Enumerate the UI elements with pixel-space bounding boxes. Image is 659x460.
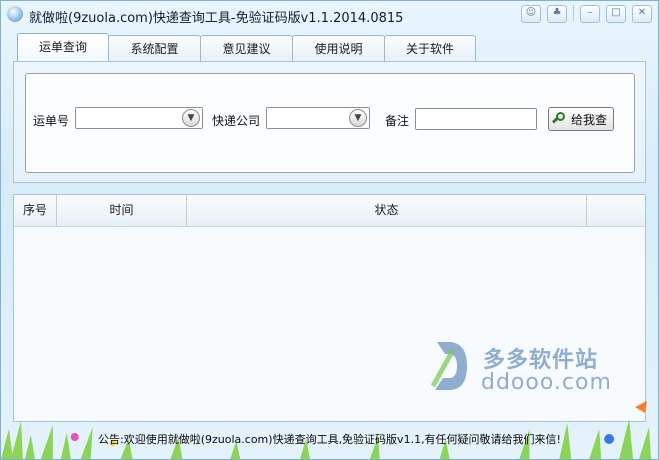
tab-feedback[interactable]: 意见建议 [200, 35, 293, 62]
app-window: 就做啦(9zuola.com)快递查询工具-免验证码版v1.1.2014.081… [0, 0, 659, 460]
ddooo-logo-icon [431, 342, 467, 390]
minimize-icon[interactable]: – [580, 5, 600, 23]
tab-tracking-query[interactable]: 运单查询 [17, 33, 109, 62]
app-icon [7, 6, 23, 22]
close-icon[interactable]: ✕ [632, 5, 652, 23]
query-form: 运单号 ▼ 快递公司 ▼ 备注 给我查 [25, 73, 635, 173]
chevron-down-icon[interactable]: ▼ [182, 109, 200, 127]
query-button-label: 给我查 [571, 112, 608, 127]
column-header-status[interactable]: 状态 [187, 195, 587, 226]
window-controls: ☺ ♣ – □ ✕ [521, 5, 652, 23]
controls-divider [573, 5, 574, 21]
watermark: 多多软件站 ddooo.com [431, 336, 611, 398]
title-bar[interactable]: 就做啦(9zuola.com)快递查询工具-免验证码版v1.1.2014.081… [1, 1, 658, 27]
tab-system-config[interactable]: 系统配置 [108, 35, 201, 62]
query-panel: 运单号 ▼ 快递公司 ▼ 备注 给我查 [13, 61, 646, 183]
chevron-down-icon[interactable]: ▼ [349, 109, 367, 127]
note-label: 备注 [385, 114, 410, 128]
courier-company-label: 快递公司 [212, 114, 261, 128]
chat-icon[interactable]: ☺ [521, 5, 541, 23]
search-icon [551, 112, 567, 126]
tab-about[interactable]: 关于软件 [384, 35, 476, 62]
tab-instructions[interactable]: 使用说明 [292, 35, 385, 62]
window-title: 就做啦(9zuola.com)快递查询工具-免验证码版v1.1.2014.081… [29, 11, 404, 26]
note-input[interactable] [415, 108, 537, 130]
maximize-icon[interactable]: □ [606, 5, 626, 23]
tracking-number-label: 运单号 [33, 114, 70, 128]
table-header: 序号 时间 状态 [14, 195, 645, 227]
announcement-text: 公告:欢迎使用就做啦(9zuola.com)快递查询工具,免验证码版v1.1,有… [98, 433, 561, 446]
skin-icon[interactable]: ♣ [547, 5, 567, 23]
courier-company-select[interactable]: ▼ [266, 107, 370, 129]
query-button[interactable]: 给我查 [548, 107, 615, 131]
column-header-extra [587, 195, 645, 226]
column-header-index[interactable]: 序号 [14, 195, 57, 226]
column-header-time[interactable]: 时间 [57, 195, 187, 226]
tracking-number-combo[interactable]: ▼ [75, 107, 203, 129]
watermark-en-text: ddooo.com [481, 370, 612, 395]
tab-bar: 运单查询 系统配置 意见建议 使用说明 关于软件 [17, 33, 476, 62]
